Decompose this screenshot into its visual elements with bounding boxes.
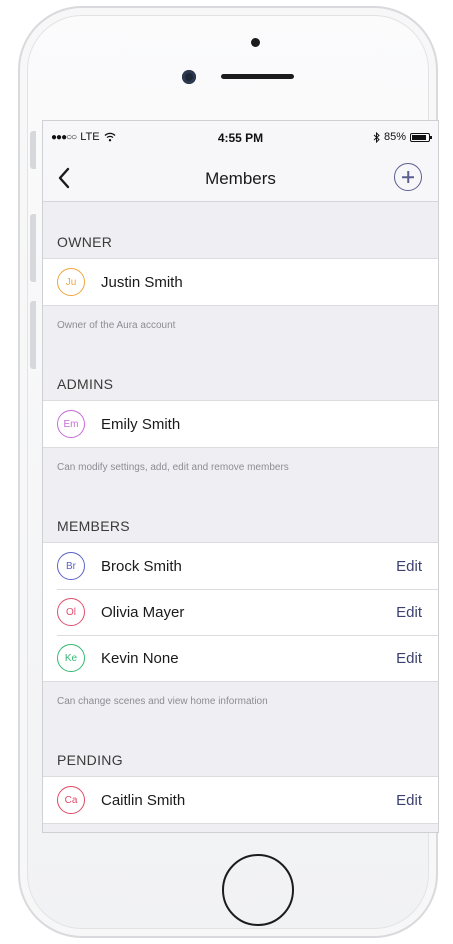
front-camera [251,38,260,47]
earpiece-speaker [221,74,294,79]
edit-button[interactable]: Edit [396,604,422,621]
avatar-initials: Ju [65,276,77,288]
page-title: Members [205,169,276,188]
avatar-initials: Br [66,560,76,572]
volume-up-button [30,214,36,282]
admins-list: Em Emily Smith [43,400,438,448]
member-name: Justin Smith [101,273,183,291]
member-name: Brock Smith [101,557,182,575]
mute-switch [30,131,36,169]
member-name: Caitlin Smith [101,791,186,809]
section-header-members: MEMBERS [57,518,130,534]
edit-button[interactable]: Edit [396,792,422,809]
section-note-owner: Owner of the Aura account [57,320,176,331]
avatar: Ju [57,268,85,296]
list-item[interactable]: Em Emily Smith [43,401,438,447]
add-member-button[interactable] [394,163,422,191]
list-item[interactable]: Ca Caitlin Smith Edit [43,777,438,823]
members-section-list: Br Brock Smith Edit Ol Olivia Mayer Edit… [43,542,438,682]
member-name: Emily Smith [101,415,181,433]
avatar: Ca [57,786,85,814]
status-bar-right: 85% [373,131,432,143]
list-item[interactable]: Br Brock Smith Edit [43,543,438,589]
pending-list: Ca Caitlin Smith Edit [43,776,438,824]
list-item[interactable]: Ju Justin Smith [43,259,438,305]
list-item[interactable]: Ke Kevin None Edit [43,635,438,681]
home-button[interactable] [222,854,294,926]
bluetooth-icon [373,131,380,143]
member-name: Olivia Mayer [101,603,185,621]
battery-fill [412,134,426,140]
section-note-admins: Can modify settings, add, edit and remov… [57,462,289,473]
navigation-bar: Members [43,155,438,202]
section-header-pending: PENDING [57,752,123,768]
section-note-members: Can change scenes and view home informat… [57,696,268,707]
avatar: Em [57,410,85,438]
status-bar: ●●●○○ LTE 4:55 PM 85% [43,121,438,155]
avatar: Br [57,552,85,580]
section-header-owner: OWNER [57,234,113,250]
member-name: Kevin None [101,649,179,667]
avatar-initials: Em [63,418,79,430]
battery-tip [430,135,432,139]
edit-button[interactable]: Edit [396,558,422,575]
app-screen: ●●●○○ LTE 4:55 PM 85% Members OWNER Ju J… [42,120,439,833]
volume-down-button [30,301,36,369]
edit-button[interactable]: Edit [396,650,422,667]
battery-percent: 85% [383,131,406,143]
proximity-sensor [182,70,196,84]
avatar-initials: Ol [66,606,76,618]
battery-icon [410,132,432,142]
members-list: OWNER Ju Justin Smith Owner of the Aura … [43,202,438,824]
list-item[interactable]: Ol Olivia Mayer Edit [43,589,438,635]
owner-list: Ju Justin Smith [43,258,438,306]
avatar: Ke [57,644,85,672]
avatar-initials: Ca [64,794,78,806]
avatar-initials: Ke [64,652,78,664]
section-header-admins: ADMINS [57,376,114,392]
avatar: Ol [57,598,85,626]
